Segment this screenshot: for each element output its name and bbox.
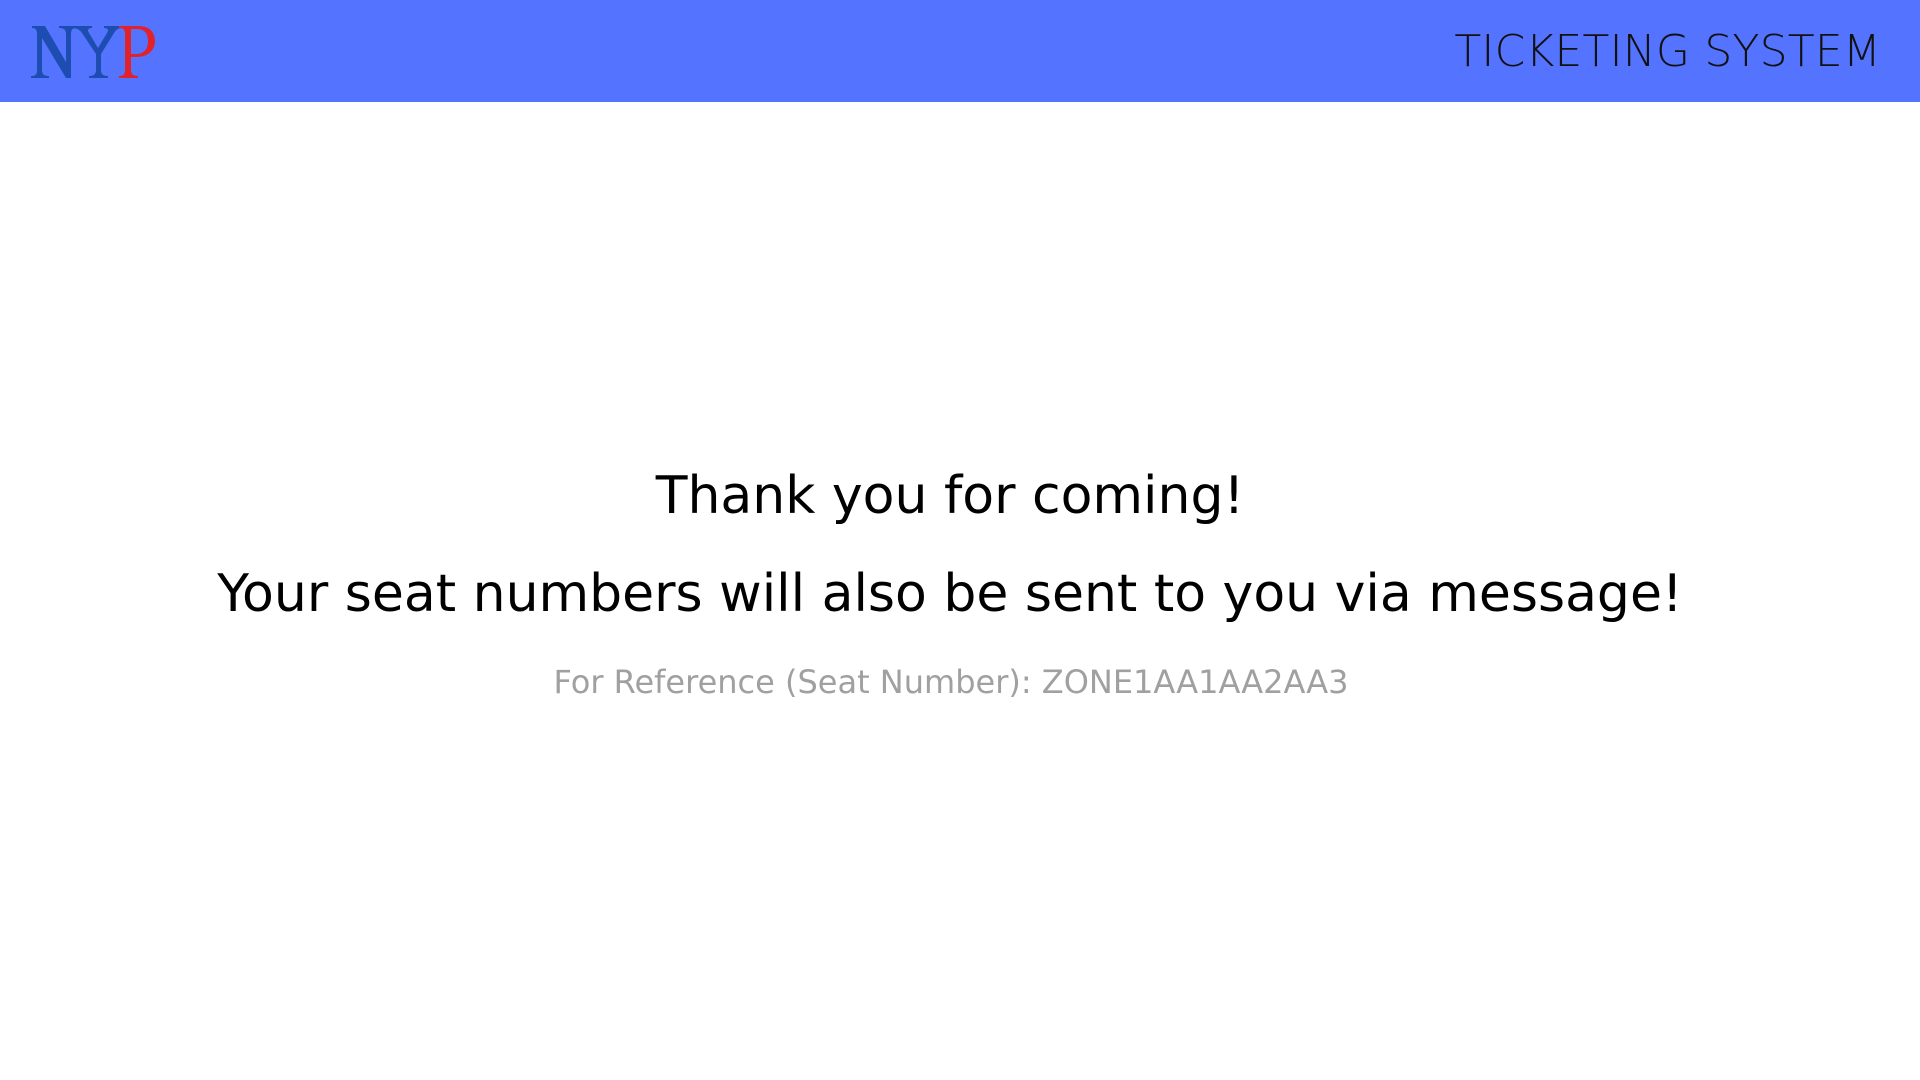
seat-reference-text: For Reference (Seat Number): ZONE1AA1AA2… [553, 663, 1349, 701]
thank-you-message: Thank you for coming! [655, 466, 1245, 526]
app-header: TICKETING SYSTEM [0, 0, 1920, 102]
nyp-logo[interactable] [28, 20, 156, 84]
system-title: TICKETING SYSTEM [1454, 26, 1881, 77]
seat-number-message: Your seat numbers will also be sent to y… [217, 564, 1683, 624]
main-content: Thank you for coming! Your seat numbers … [0, 102, 1920, 1080]
